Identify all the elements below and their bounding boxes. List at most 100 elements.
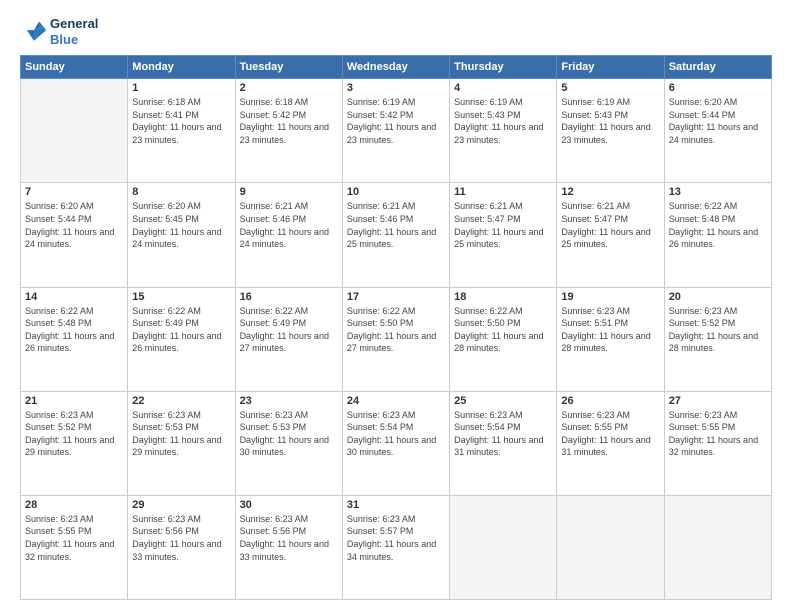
calendar-table: SundayMondayTuesdayWednesdayThursdayFrid… <box>20 55 772 600</box>
day-info: Sunrise: 6:23 AMSunset: 5:54 PMDaylight:… <box>454 409 552 459</box>
calendar-cell: 14 Sunrise: 6:22 AMSunset: 5:48 PMDayligh… <box>21 287 128 391</box>
day-info: Sunrise: 6:22 AMSunset: 5:49 PMDaylight:… <box>132 305 230 355</box>
page: General Blue SundayMondayTuesdayWednesda… <box>0 0 792 612</box>
week-row-1: 7 Sunrise: 6:20 AMSunset: 5:44 PMDaylight… <box>21 183 772 287</box>
calendar-cell: 12 Sunrise: 6:21 AMSunset: 5:47 PMDayligh… <box>557 183 664 287</box>
calendar-cell: 28 Sunrise: 6:23 AMSunset: 5:55 PMDayligh… <box>21 495 128 599</box>
calendar-cell: 17 Sunrise: 6:22 AMSunset: 5:50 PMDayligh… <box>342 287 449 391</box>
calendar-cell: 7 Sunrise: 6:20 AMSunset: 5:44 PMDaylight… <box>21 183 128 287</box>
col-header-friday: Friday <box>557 56 664 79</box>
day-info: Sunrise: 6:23 AMSunset: 5:53 PMDaylight:… <box>240 409 338 459</box>
week-row-0: 1Sunrise: 6:18 AMSunset: 5:41 PMDaylight… <box>21 79 772 183</box>
day-info: Sunrise: 6:22 AMSunset: 5:50 PMDaylight:… <box>347 305 445 355</box>
calendar-cell: 16 Sunrise: 6:22 AMSunset: 5:49 PMDayligh… <box>235 287 342 391</box>
day-info: Sunrise: 6:20 AMSunset: 5:45 PMDaylight:… <box>132 200 230 250</box>
day-info: Sunrise: 6:22 AMSunset: 5:49 PMDaylight:… <box>240 305 338 355</box>
day-number: 31 <box>347 499 445 511</box>
col-header-saturday: Saturday <box>664 56 771 79</box>
day-number: 30 <box>240 499 338 511</box>
day-number: 3 <box>347 82 445 94</box>
logo: General Blue <box>20 16 98 47</box>
day-info: Sunrise: 6:23 AMSunset: 5:51 PMDaylight:… <box>561 305 659 355</box>
day-number: 18 <box>454 291 552 303</box>
day-number: 14 <box>25 291 123 303</box>
col-header-sunday: Sunday <box>21 56 128 79</box>
calendar-cell <box>450 495 557 599</box>
col-header-thursday: Thursday <box>450 56 557 79</box>
week-row-4: 28 Sunrise: 6:23 AMSunset: 5:55 PMDayligh… <box>21 495 772 599</box>
day-info: Sunrise: 6:23 AMSunset: 5:57 PMDaylight:… <box>347 513 445 563</box>
day-number: 27 <box>669 395 767 407</box>
calendar-cell: 30 Sunrise: 6:23 AMSunset: 5:56 PMDayligh… <box>235 495 342 599</box>
calendar-cell <box>557 495 664 599</box>
day-info: Sunrise: 6:23 AMSunset: 5:52 PMDaylight:… <box>669 305 767 355</box>
day-number: 20 <box>669 291 767 303</box>
day-info: Sunrise: 6:22 AMSunset: 5:48 PMDaylight:… <box>669 200 767 250</box>
day-info: Sunrise: 6:22 AMSunset: 5:50 PMDaylight:… <box>454 305 552 355</box>
day-number: 10 <box>347 186 445 198</box>
calendar-cell: 6Sunrise: 6:20 AMSunset: 5:44 PMDaylight… <box>664 79 771 183</box>
calendar-cell: 9 Sunrise: 6:21 AMSunset: 5:46 PMDaylight… <box>235 183 342 287</box>
day-info: Sunrise: 6:20 AMSunset: 5:44 PMDaylight:… <box>25 200 123 250</box>
day-number: 1 <box>132 82 230 94</box>
day-number: 8 <box>132 186 230 198</box>
calendar-cell: 23 Sunrise: 6:23 AMSunset: 5:53 PMDayligh… <box>235 391 342 495</box>
day-info: Sunrise: 6:19 AMSunset: 5:43 PMDaylight:… <box>561 96 659 146</box>
calendar-cell: 19Sunrise: 6:23 AMSunset: 5:51 PMDayligh… <box>557 287 664 391</box>
logo-icon <box>20 18 48 46</box>
day-info: Sunrise: 6:20 AMSunset: 5:44 PMDaylight:… <box>669 96 767 146</box>
col-header-tuesday: Tuesday <box>235 56 342 79</box>
day-number: 22 <box>132 395 230 407</box>
calendar-header-row: SundayMondayTuesdayWednesdayThursdayFrid… <box>21 56 772 79</box>
day-info: Sunrise: 6:21 AMSunset: 5:46 PMDaylight:… <box>240 200 338 250</box>
day-number: 5 <box>561 82 659 94</box>
day-info: Sunrise: 6:23 AMSunset: 5:56 PMDaylight:… <box>240 513 338 563</box>
calendar-cell: 25 Sunrise: 6:23 AMSunset: 5:54 PMDayligh… <box>450 391 557 495</box>
day-number: 4 <box>454 82 552 94</box>
day-number: 24 <box>347 395 445 407</box>
day-info: Sunrise: 6:23 AMSunset: 5:54 PMDaylight:… <box>347 409 445 459</box>
day-info: Sunrise: 6:23 AMSunset: 5:52 PMDaylight:… <box>25 409 123 459</box>
calendar-cell: 20 Sunrise: 6:23 AMSunset: 5:52 PMDayligh… <box>664 287 771 391</box>
calendar-cell: 21 Sunrise: 6:23 AMSunset: 5:52 PMDayligh… <box>21 391 128 495</box>
day-info: Sunrise: 6:21 AMSunset: 5:46 PMDaylight:… <box>347 200 445 250</box>
day-number: 23 <box>240 395 338 407</box>
day-number: 7 <box>25 186 123 198</box>
calendar-cell: 5 Sunrise: 6:19 AMSunset: 5:43 PMDaylight… <box>557 79 664 183</box>
calendar-cell: 26Sunrise: 6:23 AMSunset: 5:55 PMDayligh… <box>557 391 664 495</box>
day-number: 26 <box>561 395 659 407</box>
day-number: 29 <box>132 499 230 511</box>
calendar-cell: 1Sunrise: 6:18 AMSunset: 5:41 PMDaylight… <box>128 79 235 183</box>
calendar-cell: 29Sunrise: 6:23 AMSunset: 5:56 PMDayligh… <box>128 495 235 599</box>
day-info: Sunrise: 6:18 AMSunset: 5:42 PMDaylight:… <box>240 96 338 146</box>
calendar-cell: 24 Sunrise: 6:23 AMSunset: 5:54 PMDayligh… <box>342 391 449 495</box>
day-number: 2 <box>240 82 338 94</box>
calendar-cell: 8 Sunrise: 6:20 AMSunset: 5:45 PMDaylight… <box>128 183 235 287</box>
calendar-cell: 18 Sunrise: 6:22 AMSunset: 5:50 PMDayligh… <box>450 287 557 391</box>
calendar-cell: 2 Sunrise: 6:18 AMSunset: 5:42 PMDaylight… <box>235 79 342 183</box>
calendar-cell: 15 Sunrise: 6:22 AMSunset: 5:49 PMDayligh… <box>128 287 235 391</box>
day-info: Sunrise: 6:23 AMSunset: 5:55 PMDaylight:… <box>25 513 123 563</box>
calendar-cell: 22Sunrise: 6:23 AMSunset: 5:53 PMDayligh… <box>128 391 235 495</box>
day-info: Sunrise: 6:19 AMSunset: 5:43 PMDaylight:… <box>454 96 552 146</box>
day-info: Sunrise: 6:22 AMSunset: 5:48 PMDaylight:… <box>25 305 123 355</box>
logo-text: General Blue <box>50 16 98 47</box>
col-header-wednesday: Wednesday <box>342 56 449 79</box>
day-number: 12 <box>561 186 659 198</box>
day-number: 9 <box>240 186 338 198</box>
day-number: 11 <box>454 186 552 198</box>
day-number: 25 <box>454 395 552 407</box>
day-number: 21 <box>25 395 123 407</box>
day-info: Sunrise: 6:21 AMSunset: 5:47 PMDaylight:… <box>561 200 659 250</box>
calendar-cell <box>664 495 771 599</box>
day-number: 16 <box>240 291 338 303</box>
week-row-3: 21 Sunrise: 6:23 AMSunset: 5:52 PMDayligh… <box>21 391 772 495</box>
calendar-cell: 27Sunrise: 6:23 AMSunset: 5:55 PMDayligh… <box>664 391 771 495</box>
day-number: 28 <box>25 499 123 511</box>
week-row-2: 14 Sunrise: 6:22 AMSunset: 5:48 PMDayligh… <box>21 287 772 391</box>
day-number: 15 <box>132 291 230 303</box>
calendar-cell: 4 Sunrise: 6:19 AMSunset: 5:43 PMDaylight… <box>450 79 557 183</box>
day-number: 13 <box>669 186 767 198</box>
day-number: 17 <box>347 291 445 303</box>
day-info: Sunrise: 6:19 AMSunset: 5:42 PMDaylight:… <box>347 96 445 146</box>
